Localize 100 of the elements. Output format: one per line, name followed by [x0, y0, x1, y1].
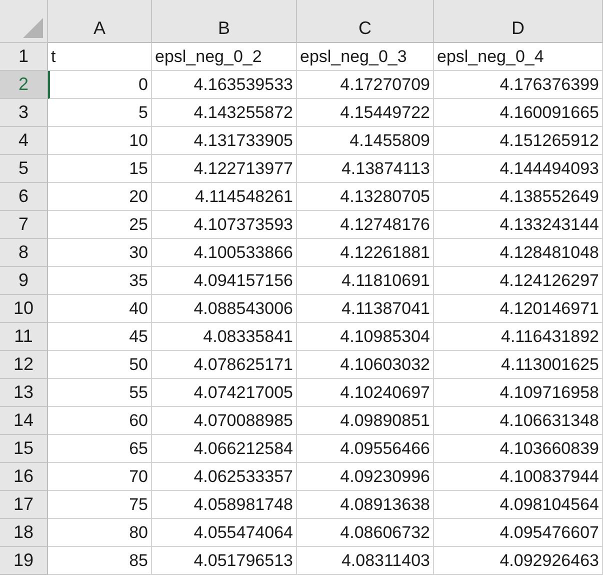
- table-cell: t: [48, 43, 152, 71]
- table-cell: 4.11810691: [297, 267, 434, 295]
- row-header[interactable]: 1: [0, 43, 48, 71]
- select-all-icon: [23, 18, 43, 38]
- row-header[interactable]: 14: [0, 407, 48, 435]
- table-cell: 4.120146971: [434, 295, 603, 323]
- table-cell: 10: [48, 127, 152, 155]
- row-header[interactable]: 6: [0, 183, 48, 211]
- table-cell: 4.103660839: [434, 435, 603, 463]
- row-header[interactable]: 13: [0, 379, 48, 407]
- column-header[interactable]: D: [434, 0, 603, 43]
- table-cell: 4.10985304: [297, 323, 434, 351]
- table-cell: 4.098104564: [434, 491, 603, 519]
- table-cell: 75: [48, 491, 152, 519]
- table-cell: 4.151265912: [434, 127, 603, 155]
- table-cell: 4.12748176: [297, 211, 434, 239]
- table-cell: 4.055474064: [152, 519, 297, 547]
- table-cell: 85: [48, 547, 152, 575]
- table-cell: 4.078625171: [152, 351, 297, 379]
- select-all-corner[interactable]: [0, 0, 48, 43]
- table-cell: 4.051796513: [152, 547, 297, 575]
- row-header[interactable]: 16: [0, 463, 48, 491]
- table-cell: 4.074217005: [152, 379, 297, 407]
- table-cell: 45: [48, 323, 152, 351]
- row-header[interactable]: 19: [0, 547, 48, 575]
- table-cell: 4.116431892: [434, 323, 603, 351]
- row-header[interactable]: 15: [0, 435, 48, 463]
- table-cell: 35: [48, 267, 152, 295]
- row-header[interactable]: 5: [0, 155, 48, 183]
- table-cell: 4.11387041: [297, 295, 434, 323]
- table-cell: 15: [48, 155, 152, 183]
- row-header[interactable]: 18: [0, 519, 48, 547]
- table-cell: 4.131733905: [152, 127, 297, 155]
- table-cell: 4.163539533: [152, 71, 297, 99]
- table-cell: 4.106631348: [434, 407, 603, 435]
- table-cell: 4.09230996: [297, 463, 434, 491]
- table-cell: 4.13874113: [297, 155, 434, 183]
- table-cell: 4.17270709: [297, 71, 434, 99]
- table-cell: 50: [48, 351, 152, 379]
- table-cell: 4.094157156: [152, 267, 297, 295]
- table-cell: epsl_neg_0_3: [297, 43, 434, 71]
- table-cell: 4.13280705: [297, 183, 434, 211]
- row-header[interactable]: 12: [0, 351, 48, 379]
- column-header[interactable]: A: [48, 0, 152, 43]
- table-cell: 4.10603032: [297, 351, 434, 379]
- table-cell: 70: [48, 463, 152, 491]
- table-cell: 4.113001625: [434, 351, 603, 379]
- table-cell: 4.062533357: [152, 463, 297, 491]
- row-header[interactable]: 7: [0, 211, 48, 239]
- table-cell: 4.09890851: [297, 407, 434, 435]
- table-cell: 4.133243144: [434, 211, 603, 239]
- table-cell: 4.058981748: [152, 491, 297, 519]
- table-cell: 4.066212584: [152, 435, 297, 463]
- row-header[interactable]: 4: [0, 127, 48, 155]
- table-cell: 4.144494093: [434, 155, 603, 183]
- row-header[interactable]: 9: [0, 267, 48, 295]
- table-cell: 4.12261881: [297, 239, 434, 267]
- table-cell: 80: [48, 519, 152, 547]
- table-cell: 4.128481048: [434, 239, 603, 267]
- table-cell: 55: [48, 379, 152, 407]
- table-cell: 0: [48, 71, 152, 99]
- table-cell: 4.100837944: [434, 463, 603, 491]
- table-cell: 4.095476607: [434, 519, 603, 547]
- table-cell: 4.122713977: [152, 155, 297, 183]
- table-cell: 40: [48, 295, 152, 323]
- table-cell: 4.176376399: [434, 71, 603, 99]
- table-cell: 25: [48, 211, 152, 239]
- table-cell: 4.10240697: [297, 379, 434, 407]
- table-cell: 4.114548261: [152, 183, 297, 211]
- table-cell: 20: [48, 183, 152, 211]
- table-cell: 4.143255872: [152, 99, 297, 127]
- table-cell: 4.08335841: [152, 323, 297, 351]
- row-header[interactable]: 8: [0, 239, 48, 267]
- table-cell: 4.1455809: [297, 127, 434, 155]
- row-header[interactable]: 17: [0, 491, 48, 519]
- row-header[interactable]: 10: [0, 295, 48, 323]
- table-cell: epsl_neg_0_2: [152, 43, 297, 71]
- table-cell: 4.107373593: [152, 211, 297, 239]
- column-header[interactable]: B: [152, 0, 297, 43]
- table-cell: 60: [48, 407, 152, 435]
- table-cell: 4.09556466: [297, 435, 434, 463]
- row-header[interactable]: 3: [0, 99, 48, 127]
- row-header[interactable]: 11: [0, 323, 48, 351]
- table-cell: 4.092926463: [434, 547, 603, 575]
- table-cell: 4.08311403: [297, 547, 434, 575]
- table-cell: 4.138552649: [434, 183, 603, 211]
- row-header[interactable]: 2: [0, 71, 48, 99]
- table-cell: 65: [48, 435, 152, 463]
- table-cell: 4.08913638: [297, 491, 434, 519]
- table-cell: 4.100533866: [152, 239, 297, 267]
- table-cell: 4.160091665: [434, 99, 603, 127]
- table-cell: 4.070088985: [152, 407, 297, 435]
- table-cell: 4.109716958: [434, 379, 603, 407]
- column-header[interactable]: C: [297, 0, 434, 43]
- table-cell: 5: [48, 99, 152, 127]
- table-cell: 30: [48, 239, 152, 267]
- table-cell: epsl_neg_0_4: [434, 43, 603, 71]
- table-cell: 4.15449722: [297, 99, 434, 127]
- table-cell: 4.08606732: [297, 519, 434, 547]
- table-cell: 4.088543006: [152, 295, 297, 323]
